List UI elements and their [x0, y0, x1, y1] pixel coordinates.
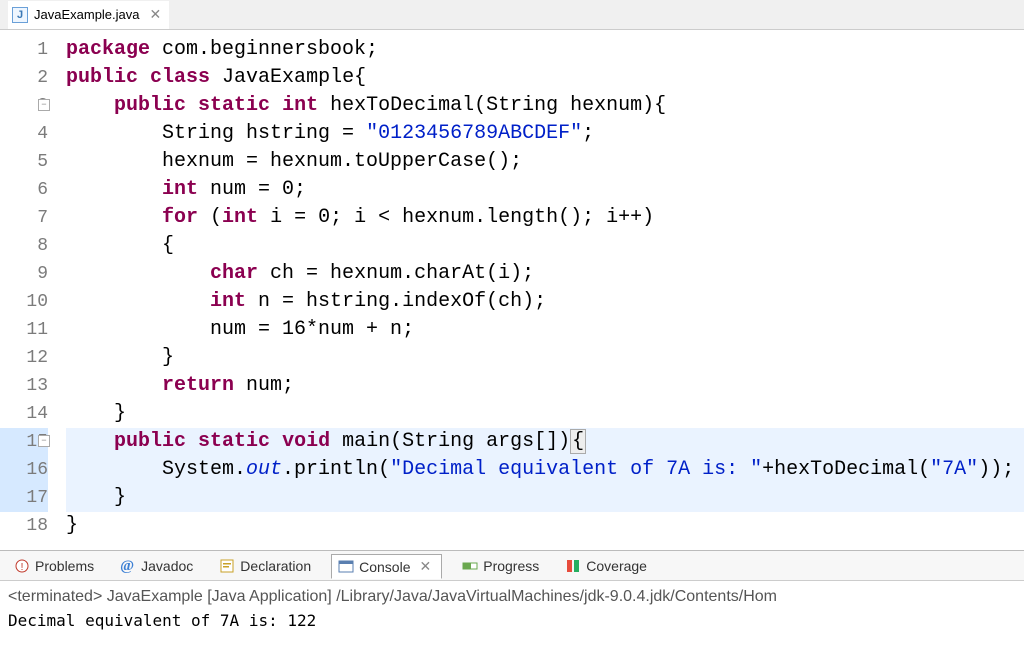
- code-line[interactable]: }: [66, 344, 1024, 372]
- code-line[interactable]: for (int i = 0; i < hexnum.length(); i++…: [66, 204, 1024, 232]
- fold-toggle-icon[interactable]: −: [38, 99, 50, 111]
- javadoc-icon: @: [120, 558, 136, 574]
- tab-label: Progress: [483, 558, 539, 574]
- line-number: 5: [0, 148, 48, 176]
- line-number: 6: [0, 176, 48, 204]
- tab-declaration[interactable]: Declaration: [213, 555, 317, 577]
- declaration-icon: [219, 558, 235, 574]
- code-line[interactable]: package com.beginnersbook;: [66, 36, 1024, 64]
- tab-progress[interactable]: Progress: [456, 555, 545, 577]
- code-line[interactable]: int n = hstring.indexOf(ch);: [66, 288, 1024, 316]
- problems-icon: !: [14, 558, 30, 574]
- code-line[interactable]: hexnum = hexnum.toUpperCase();: [66, 148, 1024, 176]
- tab-label: Declaration: [240, 558, 311, 574]
- code-line[interactable]: public static void main(String args[]){: [66, 428, 1024, 456]
- line-number: 10: [0, 288, 48, 316]
- code-line[interactable]: }: [66, 484, 1024, 512]
- editor-tab[interactable]: J JavaExample.java ✕: [8, 1, 169, 29]
- code-line[interactable]: public class JavaExample{: [66, 64, 1024, 92]
- bottom-panel: ! Problems @ Javadoc Declaration Console…: [0, 550, 1024, 637]
- tab-javadoc[interactable]: @ Javadoc: [114, 555, 199, 577]
- line-number: 17: [0, 484, 48, 512]
- tab-label: Problems: [35, 558, 94, 574]
- line-number: 9: [0, 260, 48, 288]
- line-number: 14: [0, 400, 48, 428]
- line-number: 18: [0, 512, 48, 540]
- fold-toggle-icon[interactable]: −: [38, 435, 50, 447]
- close-icon[interactable]: ✕: [146, 6, 166, 23]
- tab-label: Javadoc: [141, 558, 193, 574]
- code-line[interactable]: int num = 0;: [66, 176, 1024, 204]
- svg-text:!: !: [21, 562, 24, 573]
- code-line[interactable]: char ch = hexnum.charAt(i);: [66, 260, 1024, 288]
- line-number: 11: [0, 316, 48, 344]
- line-number: 1: [0, 36, 48, 64]
- progress-icon: [462, 558, 478, 574]
- console-body: <terminated> JavaExample [Java Applicati…: [0, 581, 1024, 637]
- close-icon[interactable]: ✕: [416, 558, 436, 575]
- line-number: 8: [0, 232, 48, 260]
- line-number: 2: [0, 64, 48, 92]
- tab-label: Console: [359, 559, 410, 575]
- console-output: Decimal equivalent of 7A is: 122: [8, 609, 1016, 633]
- code-line[interactable]: System.out.println("Decimal equivalent o…: [66, 456, 1024, 484]
- code-editor[interactable]: 123−456789101112131415−161718 package co…: [0, 30, 1024, 550]
- console-status: <terminated> JavaExample [Java Applicati…: [8, 585, 1016, 609]
- editor-tab-bar: J JavaExample.java ✕: [0, 0, 1024, 30]
- code-line[interactable]: num = 16*num + n;: [66, 316, 1024, 344]
- code-line[interactable]: public static int hexToDecimal(String he…: [66, 92, 1024, 120]
- line-number: 7: [0, 204, 48, 232]
- line-number: 12: [0, 344, 48, 372]
- line-number-gutter: 123−456789101112131415−161718: [0, 30, 58, 550]
- line-number: 4: [0, 120, 48, 148]
- code-line[interactable]: {: [66, 232, 1024, 260]
- line-number: 13: [0, 372, 48, 400]
- code-content[interactable]: package com.beginnersbook;public class J…: [58, 30, 1024, 550]
- tab-coverage[interactable]: Coverage: [559, 555, 653, 577]
- bottom-tab-bar: ! Problems @ Javadoc Declaration Console…: [0, 551, 1024, 581]
- line-number: 3−: [0, 92, 48, 120]
- code-line[interactable]: }: [66, 512, 1024, 540]
- line-number: 15−: [0, 428, 48, 456]
- tab-console[interactable]: Console ✕: [331, 554, 442, 579]
- coverage-icon: [565, 558, 581, 574]
- tab-problems[interactable]: ! Problems: [8, 555, 100, 577]
- line-number: 16: [0, 456, 48, 484]
- console-icon: [338, 559, 354, 575]
- tab-filename: JavaExample.java: [34, 7, 140, 22]
- code-line[interactable]: return num;: [66, 372, 1024, 400]
- tab-label: Coverage: [586, 558, 647, 574]
- code-line[interactable]: String hstring = "0123456789ABCDEF";: [66, 120, 1024, 148]
- java-file-icon: J: [12, 7, 28, 23]
- code-line[interactable]: }: [66, 400, 1024, 428]
